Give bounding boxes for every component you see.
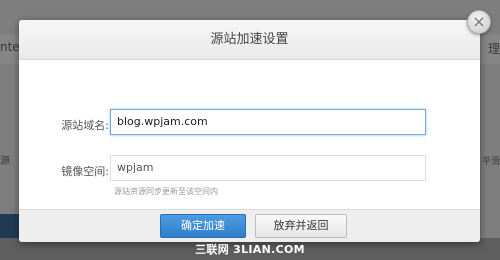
mirror-space-input[interactable]: wpjam [110,155,426,181]
cancel-return-button[interactable]: 放弃并返回 [255,214,347,238]
origin-acceleration-dialog: 源站加速设置 源站域名: blog.wpjam.com 镜像空间: wpjam … [19,20,480,242]
watermark: 三联网 3LIAN.COM [195,243,305,256]
background-right-text-2: 平滑 [481,157,500,167]
confirm-acceleration-button[interactable]: 确定加速 [160,214,246,238]
background-right-text: 理 [487,42,500,56]
background-left-text-2: 源 [0,156,10,167]
mirror-space-label: 镜像空间: [61,165,109,178]
close-icon[interactable]: × [467,10,491,34]
background-left-text: nte [0,40,20,54]
domain-input[interactable]: blog.wpjam.com [110,109,426,135]
dialog-footer: 确定加速 放弃并返回 [19,209,480,242]
dialog-body: 源站域名: blog.wpjam.com 镜像空间: wpjam 源站资源同步更… [19,61,480,209]
mirror-space-hint: 源站资源同步更新至该空间内 [114,187,218,196]
domain-label: 源站域名: [61,119,109,132]
dialog-title: 源站加速设置 [19,20,480,60]
